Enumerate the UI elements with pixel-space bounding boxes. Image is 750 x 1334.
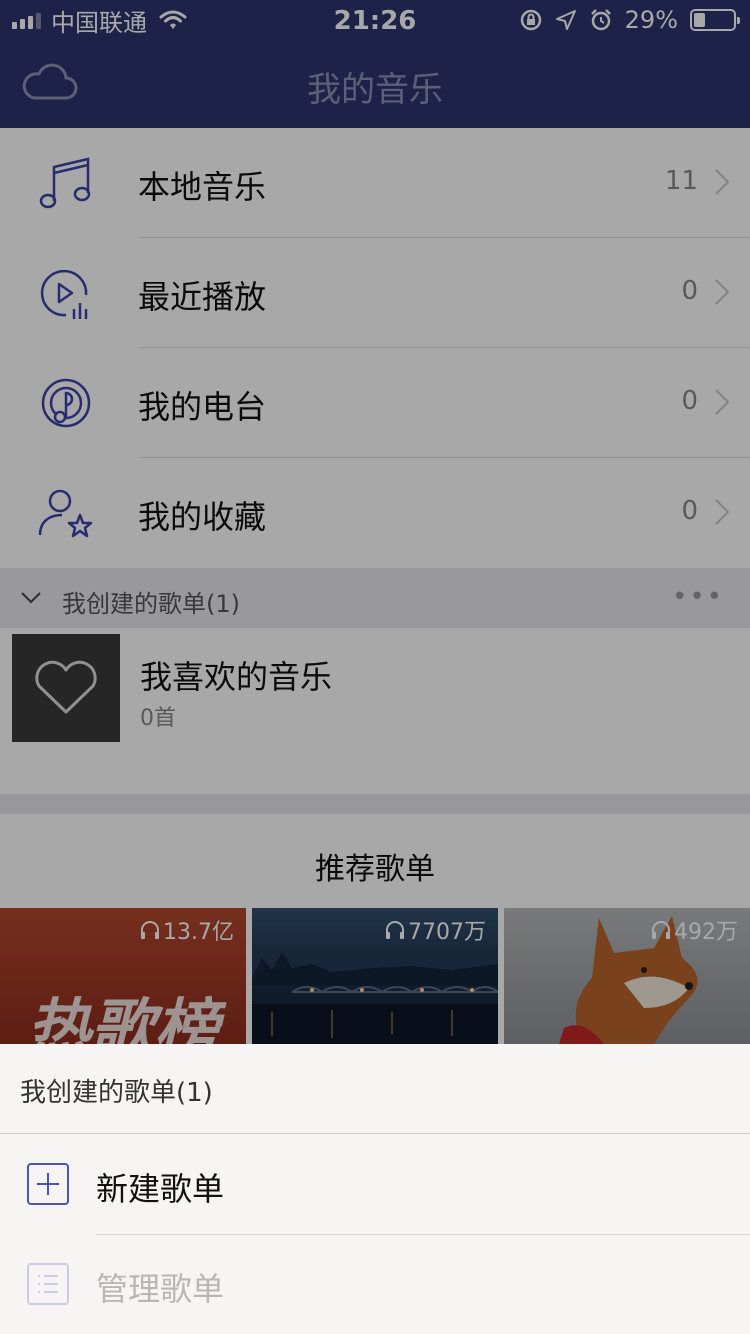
sheet-item-label: 管理歌单: [96, 1270, 225, 1308]
new-playlist-button[interactable]: 新建歌单: [0, 1134, 750, 1235]
manage-playlist-button[interactable]: 管理歌单: [0, 1234, 750, 1334]
list-manage-icon: [27, 1263, 69, 1305]
plus-icon: [27, 1163, 69, 1205]
modal-overlay[interactable]: [0, 0, 750, 1044]
sheet-item-label: 新建歌单: [96, 1170, 225, 1208]
action-sheet: 我创建的歌单(1) 新建歌单 管理歌单: [0, 1044, 750, 1334]
sheet-title: 我创建的歌单(1): [20, 1078, 213, 1108]
